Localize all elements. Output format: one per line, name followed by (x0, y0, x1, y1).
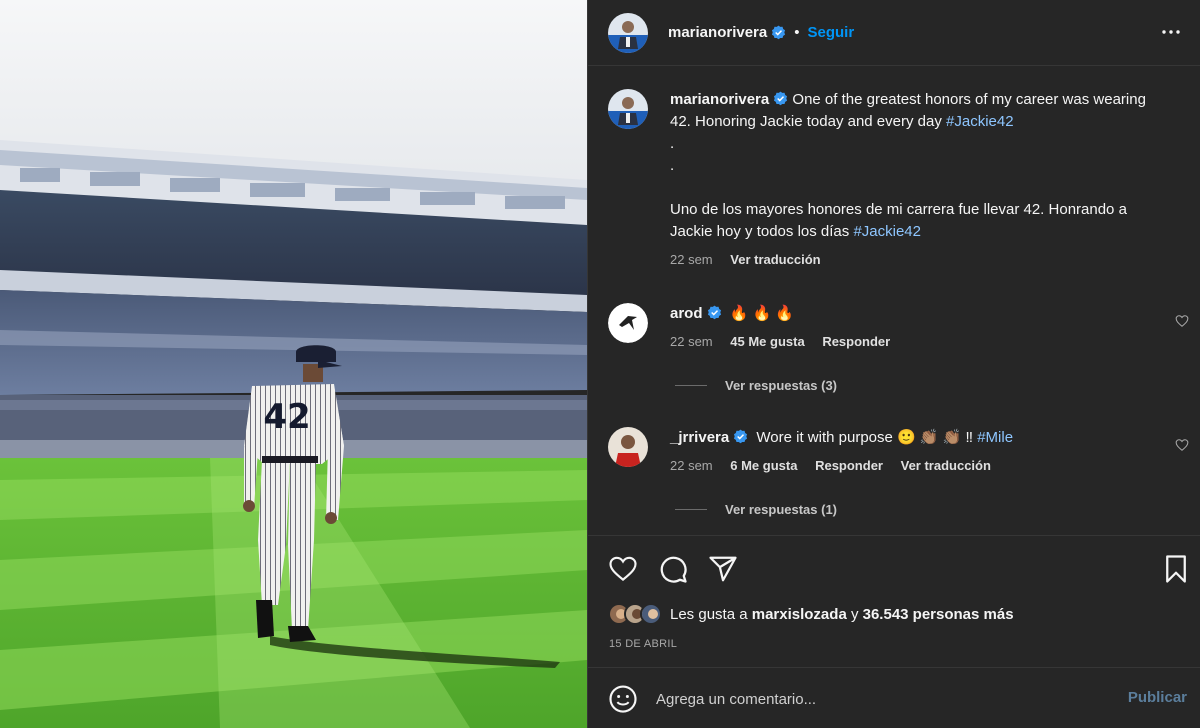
hashtag-link[interactable]: #Mile (977, 429, 1013, 446)
commenter-username[interactable]: arod (670, 305, 703, 322)
translate-button[interactable]: Ver traducción (730, 252, 820, 267)
verified-badge-icon (734, 429, 748, 444)
replies-divider-line (675, 509, 707, 510)
verified-badge-icon (707, 305, 721, 320)
caption-meta: 22 sem Ver traducción (670, 251, 1170, 269)
comment-input[interactable] (656, 686, 1096, 712)
likes-joiner: y (850, 605, 859, 623)
jersey-number: 42 (263, 397, 310, 437)
liker-username[interactable]: marxislozada (752, 606, 847, 623)
caption-time[interactable]: 22 sem (670, 252, 713, 267)
comment-body: arod 🔥 🔥 🔥 22 sem 45 Me gusta Responder (670, 303, 1170, 351)
comment-bubble-icon[interactable] (658, 554, 688, 584)
comment-meta: 22 sem 6 Me gusta Responder Ver traducci… (670, 457, 1170, 475)
caption-body: marianorivera One of the greatest honors… (670, 89, 1170, 269)
replies-divider-line (675, 385, 707, 386)
view-replies-button[interactable]: Ver respuestas (3) (675, 378, 837, 393)
likes-prefix: Les gusta a (670, 605, 748, 623)
bookmark-icon[interactable] (1161, 554, 1191, 584)
verified-badge-icon (774, 91, 788, 106)
comment-body: _jrrivera Wore it with purpose 🙂 👏🏽 👏🏽 ‼… (670, 427, 1170, 475)
likes-summary[interactable]: Les gusta a marxislozada y 36.543 person… (608, 603, 1014, 625)
caption-avatar[interactable] (608, 89, 648, 129)
verified-badge-icon (772, 25, 786, 40)
reply-button[interactable]: Responder (822, 334, 890, 349)
caption-dot: . (670, 157, 675, 174)
comment-time[interactable]: 22 sem (670, 458, 713, 473)
commenter-username[interactable]: _jrrivera (670, 429, 729, 446)
add-comment-bar: Publicar (588, 667, 1200, 728)
comment-like-heart-icon[interactable] (1175, 314, 1189, 328)
author-avatar[interactable] (608, 12, 648, 53)
post-actions: Les gusta a marxislozada y 36.543 person… (588, 535, 1200, 668)
liker-avatars (608, 603, 662, 625)
comment-text: Wore it with purpose 🙂 👏🏽 👏🏽 ‼ (756, 429, 974, 446)
likes-count[interactable]: 36.543 personas más (863, 606, 1014, 623)
commenter-avatar[interactable] (608, 303, 648, 343)
comment-likes[interactable]: 6 Me gusta (730, 458, 797, 473)
caption-username[interactable]: marianorivera (670, 91, 769, 108)
reply-button[interactable]: Responder (815, 458, 883, 473)
hashtag-link[interactable]: #Jackie42 (853, 223, 921, 240)
more-options-icon[interactable] (1159, 20, 1183, 44)
follow-button[interactable]: Seguir (808, 24, 855, 41)
emoji-smiley-icon[interactable] (608, 684, 638, 714)
commenter-avatar[interactable] (608, 427, 648, 467)
comments-section[interactable]: marianorivera One of the greatest honors… (588, 67, 1200, 535)
view-replies-button[interactable]: Ver respuestas (1) (675, 502, 837, 517)
comment-meta: 22 sem 45 Me gusta Responder (670, 333, 1170, 351)
comment-likes[interactable]: 45 Me gusta (730, 334, 804, 349)
header-separator: • (794, 24, 800, 41)
comment-time[interactable]: 22 sem (670, 334, 713, 349)
post-header: marianorivera • Seguir (588, 0, 1200, 66)
view-replies-label[interactable]: Ver respuestas (3) (725, 378, 837, 393)
caption-dot: . (670, 135, 675, 152)
baseball-stadium-photo: 42 (0, 0, 587, 728)
share-paper-plane-icon[interactable] (708, 554, 738, 584)
publish-button[interactable]: Publicar (1128, 689, 1187, 706)
translate-button[interactable]: Ver traducción (901, 458, 991, 473)
post-photo[interactable]: 42 (0, 0, 587, 728)
heart-icon[interactable] (608, 554, 638, 584)
post-date[interactable]: 15 DE ABRIL (609, 638, 677, 650)
liker-avatar (640, 603, 662, 625)
view-replies-label[interactable]: Ver respuestas (1) (725, 502, 837, 517)
comment-like-heart-icon[interactable] (1175, 438, 1189, 452)
comment-text: 🔥 🔥 🔥 (729, 305, 795, 322)
post-sidebar: marianorivera • Seguir marianorivera One… (587, 0, 1200, 728)
author-username[interactable]: marianorivera (668, 24, 767, 41)
hashtag-link[interactable]: #Jackie42 (946, 113, 1014, 130)
